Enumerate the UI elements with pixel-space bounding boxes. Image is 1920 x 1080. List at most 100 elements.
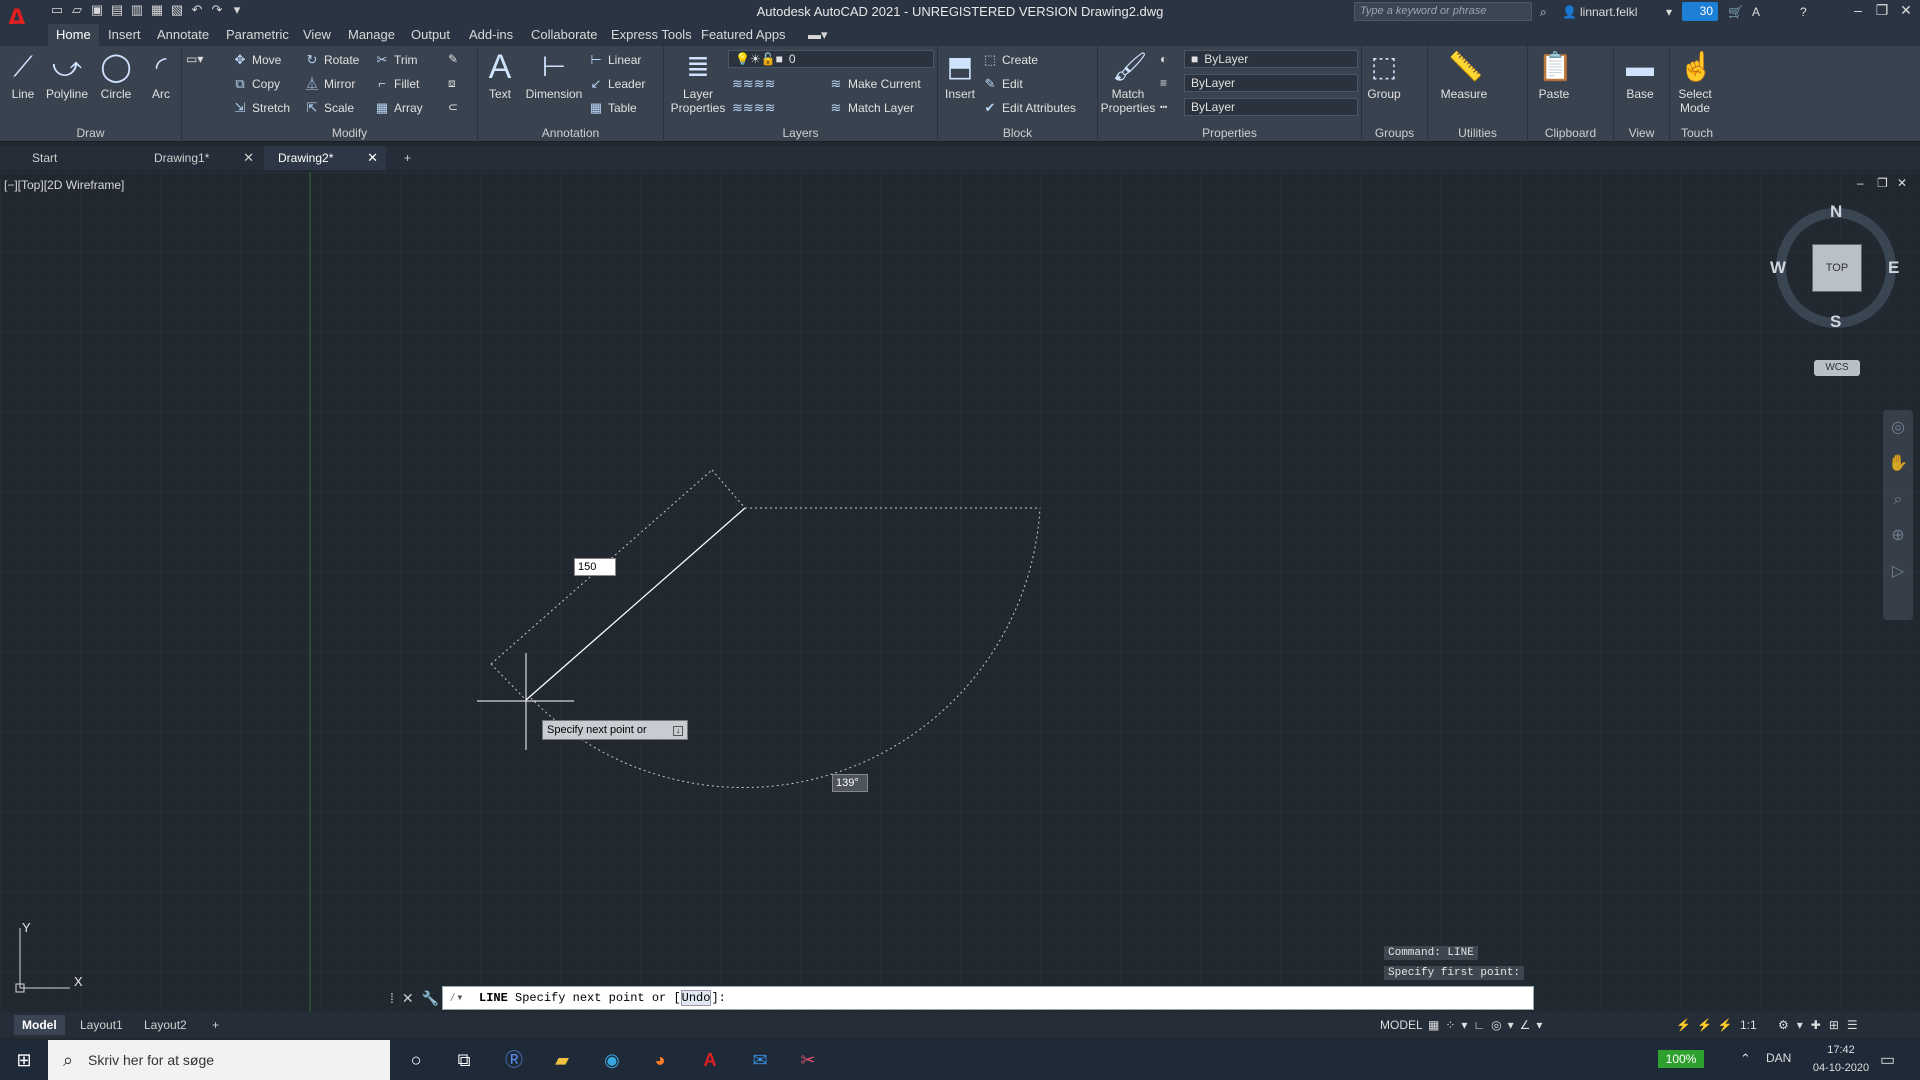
status-annotation-icons[interactable]: ⚡⚡⚡ (1676, 1018, 1739, 1032)
layer-dropdown[interactable]: 💡☀🔓■ 0 (728, 50, 934, 68)
redo-icon[interactable]: ↷ (210, 3, 224, 17)
viewport-minimize-icon[interactable]: – (1857, 176, 1864, 190)
layout-tab-layout2[interactable]: Layout2 (136, 1015, 195, 1035)
create-block-button[interactable]: ⬚ Create (982, 52, 1038, 68)
notification-center-icon[interactable]: ▭ (1880, 1050, 1895, 1070)
new-tab-plus-icon[interactable]: + (396, 146, 426, 170)
layer-properties-button[interactable]: ≣ Layer Properties (666, 50, 730, 115)
options-arrow-icon[interactable]: ↓ (673, 726, 683, 736)
panel-title-modify[interactable]: Modify (222, 126, 477, 140)
trim-button[interactable]: ✂ Trim (374, 52, 418, 68)
r-app-icon[interactable]: Ⓡ (502, 1048, 526, 1072)
panel-title-view[interactable]: View (1614, 126, 1669, 140)
tab-manage[interactable]: Manage (348, 27, 395, 42)
doc-tab-drawing2[interactable]: Drawing2* ✕ (264, 146, 386, 170)
viewport-controls-label[interactable]: [−][Top][2D Wireframe] (4, 178, 124, 192)
compass-south[interactable]: S (1830, 312, 1841, 332)
panel-title-layers[interactable]: Layers (664, 126, 937, 140)
viewport-close-icon[interactable]: ✕ (1897, 176, 1907, 190)
close-icon[interactable]: ✕ (1894, 2, 1918, 19)
open-icon[interactable]: ▱ (70, 3, 84, 17)
minimize-icon[interactable]: – (1846, 2, 1870, 18)
annotation-scale[interactable]: 1:1 (1740, 1018, 1757, 1032)
panel-title-draw[interactable]: Draw (0, 126, 181, 140)
panel-title-clipboard[interactable]: Clipboard (1528, 126, 1613, 140)
model-space-toggle[interactable]: MODEL (1380, 1018, 1423, 1032)
search-input[interactable]: Type a keyword or phrase (1354, 2, 1532, 21)
viewport-restore-icon[interactable]: ❐ (1877, 176, 1888, 190)
arc-button[interactable]: ◜ Arc (144, 50, 178, 101)
tab-parametric[interactable]: Parametric (226, 27, 289, 42)
close-tab-icon[interactable]: ✕ (243, 146, 254, 170)
base-button[interactable]: ▬ Base (1618, 50, 1662, 101)
stretch-button[interactable]: ⇲ Stretch (232, 100, 290, 116)
measure-button[interactable]: 📏 Measure (1434, 50, 1494, 101)
tab-express-tools[interactable]: Express Tools (611, 27, 692, 42)
erase-icon[interactable]: ✎ (448, 52, 458, 66)
tab-home[interactable]: Home (48, 24, 99, 46)
status-settings-icons[interactable]: ⚙▾✚⊞☰ (1778, 1018, 1866, 1032)
mail-icon[interactable]: ✉ (748, 1048, 772, 1072)
line-button[interactable]: ⟋ Line (6, 50, 40, 101)
navigation-bar[interactable]: ◎ ✋ ⌕ ⊕ ▷ (1883, 410, 1913, 620)
taskbar-search-input[interactable]: Skriv her for at søge (48, 1040, 390, 1080)
circle-button[interactable]: ◯ Circle (96, 50, 136, 101)
offset-icon[interactable]: ⧈ (448, 76, 456, 91)
user-icon[interactable]: 👤 (1562, 2, 1577, 22)
angle-readout[interactable]: 139° (832, 774, 868, 792)
web-open-icon[interactable]: ▥ (130, 3, 144, 17)
task-view-icon[interactable]: ⧉ (452, 1048, 476, 1072)
input-language[interactable]: DAN (1766, 1051, 1791, 1065)
cart-icon[interactable]: 🛒 (1728, 2, 1743, 22)
autocad-taskbar-icon[interactable]: A (698, 1048, 722, 1072)
search-icon[interactable]: ⌕ (1540, 2, 1547, 22)
text-button[interactable]: A Text (480, 50, 520, 101)
web-save-icon[interactable]: ▦ (150, 3, 164, 17)
lineweight-icon[interactable]: ≡ (1160, 76, 1167, 90)
windows-start-icon[interactable]: ⊞ (12, 1048, 36, 1072)
chevron-down-icon[interactable]: ▾ (1666, 2, 1672, 22)
color-dropdown[interactable]: ■ ByLayer (1184, 50, 1358, 68)
snipping-tool-icon[interactable]: ✂ (796, 1048, 820, 1072)
undo-icon[interactable]: ↶ (190, 3, 204, 17)
close-tab-icon[interactable]: ✕ (367, 146, 378, 170)
dimension-button[interactable]: ⊢ Dimension (522, 50, 586, 101)
notification-badge[interactable]: 30 (1682, 2, 1718, 21)
nav-tools-icon[interactable]: ◎ ✋ ⌕ ⊕ ▷ (1883, 410, 1913, 590)
mirror-button[interactable]: ⏅ Mirror (304, 76, 355, 92)
lineweight-dropdown[interactable]: ByLayer (1184, 74, 1358, 92)
table-button[interactable]: ▦ Table (588, 100, 637, 116)
tab-collaborate[interactable]: Collaborate (531, 27, 598, 42)
restore-icon[interactable]: ❐ (1870, 2, 1894, 19)
layout-tab-layout1[interactable]: Layout1 (72, 1015, 131, 1035)
select-mode-button[interactable]: ☝ Select Mode (1670, 50, 1720, 115)
array-button[interactable]: ▦ Array (374, 100, 423, 116)
linear-button[interactable]: ⊢ Linear (588, 52, 641, 68)
tab-annotate[interactable]: Annotate (157, 27, 209, 42)
panel-title-groups[interactable]: Groups (1362, 126, 1427, 140)
wcs-menu[interactable]: WCS (1814, 360, 1860, 376)
tab-output[interactable]: Output (411, 27, 450, 42)
grip-icon[interactable]: ⁞ (390, 990, 394, 1006)
tab-insert[interactable]: Insert (108, 27, 141, 42)
rectangle-icon[interactable]: ▭▾ (186, 52, 203, 66)
panel-title-utilities[interactable]: Utilities (1428, 126, 1527, 140)
cortana-icon[interactable]: ○ (404, 1048, 428, 1072)
drawing-viewport[interactable]: [−][Top][2D Wireframe] – ❐ ✕ 150 139° Sp… (0, 172, 1920, 1012)
clock-date[interactable]: 04-10-2020 (1808, 1062, 1874, 1074)
viewcube-top-face[interactable]: TOP (1812, 244, 1862, 292)
plot-icon[interactable]: ▧ (170, 3, 184, 17)
file-explorer-icon[interactable]: ▰ (550, 1048, 574, 1072)
scale-button[interactable]: ⇱ Scale (304, 100, 354, 116)
save-icon[interactable]: ▣ (90, 3, 104, 17)
new-icon[interactable]: ▭ (50, 3, 64, 17)
clock-time[interactable]: 17:42 (1816, 1044, 1866, 1056)
panel-title-block[interactable]: Block (938, 126, 1097, 140)
make-current-button[interactable]: ≋ Make Current (828, 76, 921, 92)
edit-attributes-button[interactable]: ✔ Edit Attributes (982, 100, 1077, 116)
layout-tab-model[interactable]: Model (14, 1015, 65, 1035)
match-layer-button[interactable]: ≋ Match Layer (828, 100, 914, 116)
compass-north[interactable]: N (1830, 202, 1842, 222)
battery-indicator[interactable]: 100% (1658, 1050, 1704, 1068)
match-properties-button[interactable]: 🖌 Match Properties (1100, 50, 1156, 115)
